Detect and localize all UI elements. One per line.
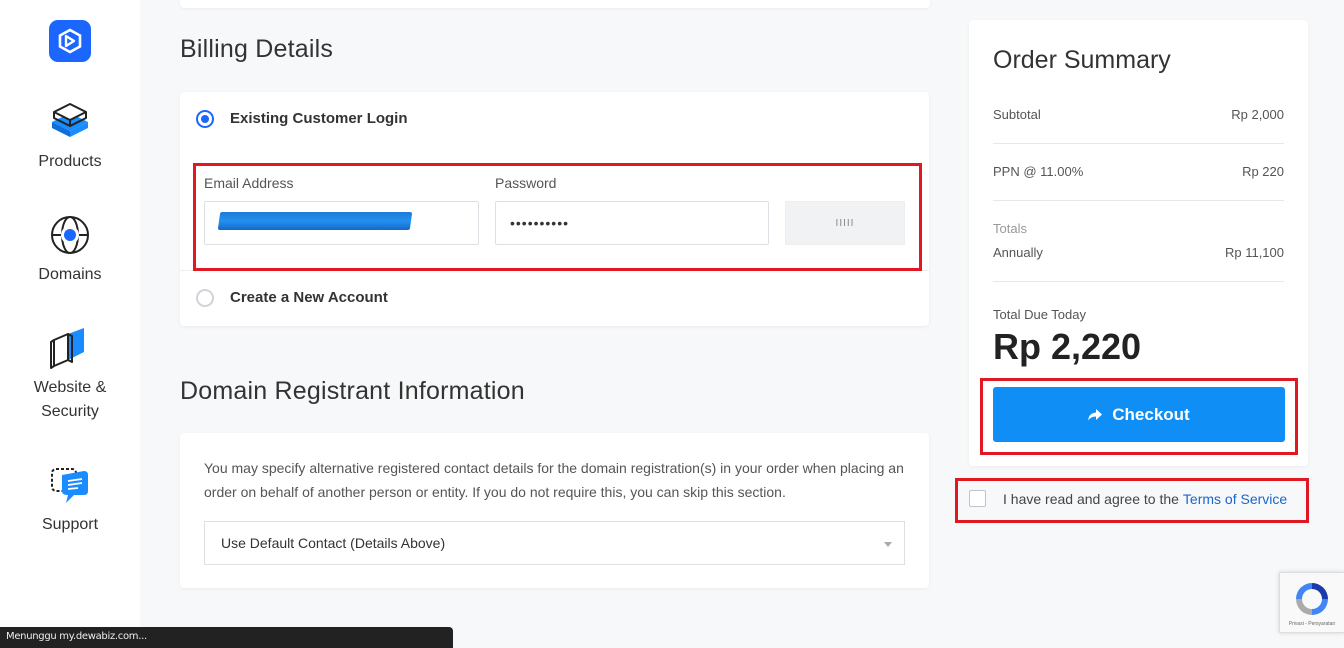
registrant-title: Domain Registrant Information — [180, 377, 525, 405]
logo-icon[interactable] — [49, 20, 91, 62]
existing-customer-label[interactable]: Existing Customer Login — [230, 110, 408, 127]
new-account-radio[interactable] — [196, 289, 214, 307]
total-due-value: Rp 2,220 — [993, 326, 1142, 367]
tax-value: Rp 220 — [1242, 164, 1284, 179]
sidebar-item-website-security[interactable]: Website & Security — [0, 326, 140, 424]
sidebar-item-support[interactable]: Support — [0, 463, 140, 537]
email-input[interactable] — [204, 201, 479, 245]
globe-icon — [51, 216, 89, 254]
annually-value: Rp 11,100 — [1224, 245, 1284, 260]
tos-text: I have read and agree to the — [1003, 490, 1179, 507]
divider — [180, 270, 929, 271]
new-account-label[interactable]: Create a New Account — [230, 289, 388, 306]
checkout-label: Checkout — [1112, 404, 1190, 424]
total-due-label: Total Due Today — [993, 307, 1086, 322]
recaptcha-icon — [1296, 583, 1328, 615]
existing-customer-radio[interactable] — [196, 110, 214, 128]
sidebar: Products Domains Website & Security Supp… — [0, 0, 140, 648]
previous-card — [180, 0, 930, 8]
divider — [993, 200, 1284, 201]
tos-row: I have read and agree to the Terms of Se… — [969, 490, 1287, 507]
billing-title: Billing Details — [180, 35, 334, 63]
annually-label: Annually — [993, 245, 1043, 260]
sidebar-item-products[interactable]: Products — [0, 100, 140, 174]
shield-book-icon — [50, 328, 84, 369]
password-input[interactable]: •••••••••• — [495, 201, 769, 245]
sidebar-item-label: Products — [38, 153, 102, 170]
subtotal-label: Subtotal — [993, 107, 1041, 122]
share-arrow-icon — [1088, 408, 1103, 420]
totals-label: Totals — [993, 221, 1027, 236]
contact-select[interactable]: Use Default Contact (Details Above) — [204, 521, 905, 565]
browser-status-bar: Menunggu my.dewabiz.com... — [0, 627, 453, 648]
password-toggle-button[interactable]: IIIII — [785, 201, 905, 245]
registrant-description: You may specify alternative registered c… — [204, 460, 904, 500]
sidebar-item-label: Support — [41, 516, 99, 533]
subtotal-row: Subtotal Rp 2,000 — [993, 107, 1284, 122]
contact-select-value: Use Default Contact (Details Above) — [221, 535, 446, 551]
sidebar-item-label: Domains — [38, 266, 102, 283]
password-label: Password — [495, 175, 557, 191]
terms-of-service-link[interactable]: Terms of Service — [1183, 491, 1287, 507]
tax-label: PPN @ 11.00% — [993, 164, 1084, 179]
recaptcha-text: Privasi - Persyaratan — [1288, 621, 1336, 627]
redaction-mark — [217, 212, 413, 230]
box-stack-icon — [52, 103, 88, 137]
email-label: Email Address — [204, 175, 294, 191]
divider — [993, 281, 1284, 282]
divider — [993, 143, 1284, 144]
recaptcha-badge[interactable]: Privasi - Persyaratan — [1279, 572, 1344, 633]
sidebar-item-domains[interactable]: Domains — [0, 213, 140, 287]
tos-checkbox[interactable] — [969, 490, 986, 507]
tax-row: PPN @ 11.00% Rp 220 — [993, 164, 1284, 179]
chevron-down-icon — [884, 542, 892, 547]
order-summary: Order Summary Subtotal Rp 2,000 PPN @ 11… — [969, 20, 1308, 466]
annually-row: Annually Rp 11,100 — [993, 245, 1284, 260]
summary-title: Order Summary — [993, 46, 1171, 74]
sidebar-item-label: Website & Security — [33, 379, 107, 420]
chat-bubble-icon — [51, 468, 88, 503]
subtotal-value: Rp 2,000 — [1231, 107, 1284, 122]
checkout-button[interactable]: Checkout — [993, 387, 1285, 442]
